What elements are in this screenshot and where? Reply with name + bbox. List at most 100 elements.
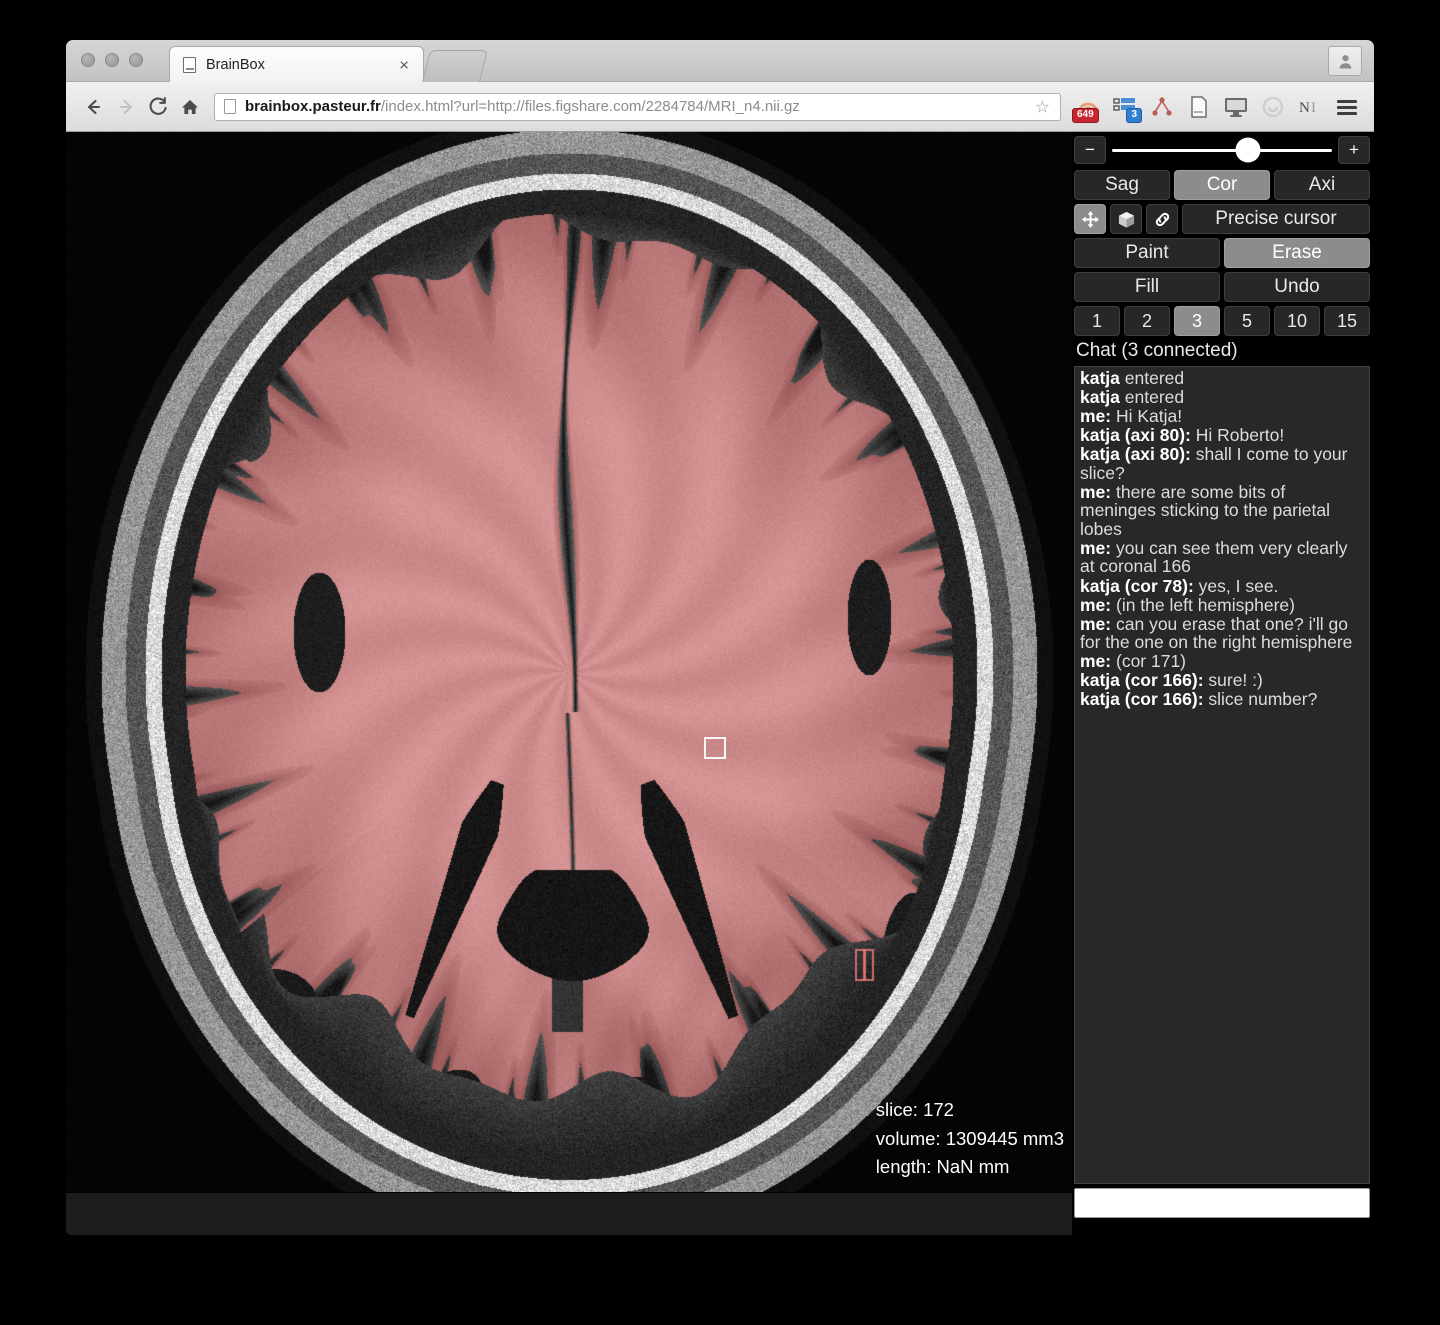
link-tool-button[interactable] xyxy=(1146,204,1178,234)
chat-message: katja entered xyxy=(1080,387,1185,408)
plane-button-sag[interactable]: Sag xyxy=(1074,170,1170,200)
home-button[interactable] xyxy=(174,91,206,123)
link-icon xyxy=(1155,212,1169,226)
chat-message: katja (cor 78): yes, I see. xyxy=(1080,575,1279,596)
cube-icon xyxy=(1118,211,1134,228)
monitor-icon[interactable] xyxy=(1223,93,1249,121)
brush-size-2[interactable]: 2 xyxy=(1124,306,1170,336)
close-window-button[interactable] xyxy=(81,53,95,67)
avatar[interactable] xyxy=(1328,46,1362,76)
grid-list-badge: 3 xyxy=(1126,107,1142,123)
chat-message: me: Hi Katja! xyxy=(1080,406,1183,427)
zoom-slider[interactable] xyxy=(1112,136,1332,164)
circle-loop-glyph-icon xyxy=(1262,96,1284,117)
page-icon[interactable] xyxy=(1186,93,1212,121)
mri-slice-canvas[interactable] xyxy=(66,132,1072,1192)
window-traffic-lights xyxy=(81,53,143,67)
menu-icon[interactable] xyxy=(1334,93,1360,121)
chat-message: katja (axi 80): Hi Roberto! xyxy=(1080,425,1285,446)
brush-size-15[interactable]: 15 xyxy=(1324,306,1370,336)
chat-title: Chat (3 connected) xyxy=(1076,340,1238,361)
viewer-bottom-bar xyxy=(66,1193,1072,1235)
monitor-glyph-icon xyxy=(1225,97,1247,117)
fill-undo-row: Fill Undo xyxy=(1074,272,1370,302)
back-button[interactable] xyxy=(78,91,110,123)
chat-message: me: can you erase that one? i'll go for … xyxy=(1080,613,1353,653)
zoom-slider-track xyxy=(1112,148,1332,152)
zoom-in-button[interactable]: + xyxy=(1338,136,1370,164)
brush-size-1[interactable]: 1 xyxy=(1074,306,1120,336)
extension-toolbar: 649 3 N I xyxy=(1072,93,1374,123)
nature-journal-icon[interactable]: N I xyxy=(1297,93,1323,121)
hamburger-menu-glyph-icon xyxy=(1337,99,1357,115)
svg-text:I: I xyxy=(1311,100,1316,116)
chat-message: me: there are some bits of meninges stic… xyxy=(1080,481,1330,539)
new-tab-button[interactable] xyxy=(422,50,488,82)
length-label: length: NaN mm xyxy=(875,1156,1010,1178)
chat-message: me: you can see them very clearly at cor… xyxy=(1080,537,1348,577)
close-icon[interactable]: × xyxy=(399,56,409,73)
browser-toolbar: brainbox.pasteur.fr/index.html?url=http:… xyxy=(66,82,1374,132)
reload-icon xyxy=(149,97,167,115)
chat-message: katja (cor 166): slice number? xyxy=(1080,689,1318,710)
forward-button[interactable] xyxy=(110,91,142,123)
minimize-window-button[interactable] xyxy=(105,53,119,67)
address-bar-url: brainbox.pasteur.fr/index.html?url=http:… xyxy=(245,98,800,115)
brainbox-app: slice: 172 volume: 1309445 mm3 length: N… xyxy=(66,132,1374,1235)
erase-button[interactable]: Erase xyxy=(1224,238,1370,268)
tab-title: BrainBox xyxy=(206,56,265,73)
home-icon xyxy=(182,99,198,114)
mri-viewer[interactable]: slice: 172 volume: 1309445 mm3 length: N… xyxy=(66,132,1072,1192)
chat-message: katja entered xyxy=(1080,368,1185,388)
svg-text:N: N xyxy=(1299,100,1310,116)
paint-button[interactable]: Paint xyxy=(1074,238,1220,268)
adblock-badge: 649 xyxy=(1072,107,1099,123)
control-panel: − + Sag Cor Axi Precise cursor Paint Era… xyxy=(1072,132,1374,1235)
volume-label: volume: 1309445 mm3 xyxy=(875,1127,1064,1149)
network-graph-glyph-icon xyxy=(1152,96,1172,116)
paint-erase-row: Paint Erase xyxy=(1074,238,1370,268)
zoom-slider-thumb[interactable] xyxy=(1235,137,1261,163)
fill-button[interactable]: Fill xyxy=(1074,272,1220,302)
tab-strip: BrainBox × xyxy=(66,40,1374,82)
move-tool-button[interactable] xyxy=(1074,204,1106,234)
move-icon xyxy=(1081,210,1099,228)
undo-button[interactable]: Undo xyxy=(1224,272,1370,302)
plane-button-axi[interactable]: Axi xyxy=(1274,170,1370,200)
address-bar[interactable]: brainbox.pasteur.fr/index.html?url=http:… xyxy=(214,92,1061,121)
nature-journal-glyph-icon: N I xyxy=(1299,100,1316,116)
document-icon xyxy=(183,56,196,73)
slice-info-overlay: slice: 172 volume: 1309445 mm3 length: N… xyxy=(876,1096,1064,1182)
brush-size-5[interactable]: 5 xyxy=(1224,306,1270,336)
zoom-out-button[interactable]: − xyxy=(1074,136,1106,164)
network-graph-icon[interactable] xyxy=(1149,93,1175,121)
reload-button[interactable] xyxy=(142,91,174,123)
plane-button-cor[interactable]: Cor xyxy=(1174,170,1270,200)
plane-selector-row: Sag Cor Axi xyxy=(1074,170,1370,200)
brush-size-10[interactable]: 10 xyxy=(1274,306,1320,336)
bookmark-star-icon[interactable]: ☆ xyxy=(1035,98,1050,115)
page-glyph-icon xyxy=(1191,95,1207,118)
adblock-icon[interactable]: 649 xyxy=(1072,93,1101,123)
precise-cursor-button[interactable]: Precise cursor xyxy=(1182,204,1370,234)
chat-input[interactable] xyxy=(1074,1188,1370,1218)
arrow-left-icon xyxy=(87,99,101,114)
brush-size-3[interactable]: 3 xyxy=(1174,306,1220,336)
browser-window: BrainBox × brainbox.pasteur.fr/index.htm… xyxy=(66,40,1374,1235)
circle-loop-icon[interactable] xyxy=(1260,93,1286,121)
arrow-right-icon xyxy=(119,99,133,114)
grid-list-icon[interactable]: 3 xyxy=(1112,93,1142,123)
chat-message: katja (cor 166): sure! :) xyxy=(1080,670,1263,691)
chat-message: katja (axi 80): shall I come to your sli… xyxy=(1080,444,1348,483)
cube-tool-button[interactable] xyxy=(1110,204,1142,234)
browser-tab-brainbox[interactable]: BrainBox × xyxy=(169,46,424,82)
maximize-window-button[interactable] xyxy=(129,53,143,67)
avatar-icon xyxy=(1339,54,1351,68)
slice-number-label: slice: 172 xyxy=(875,1098,954,1120)
chat-message: me: (in the left hemisphere) xyxy=(1080,594,1295,615)
brush-size-row: 1 2 3 5 10 15 xyxy=(1074,306,1370,336)
page-info-icon xyxy=(224,99,236,114)
chat-log[interactable]: katja entered katja entered me: Hi Katja! k… xyxy=(1074,366,1370,1184)
zoom-control-row: − + xyxy=(1074,134,1370,166)
tool-row: Precise cursor xyxy=(1074,204,1370,234)
